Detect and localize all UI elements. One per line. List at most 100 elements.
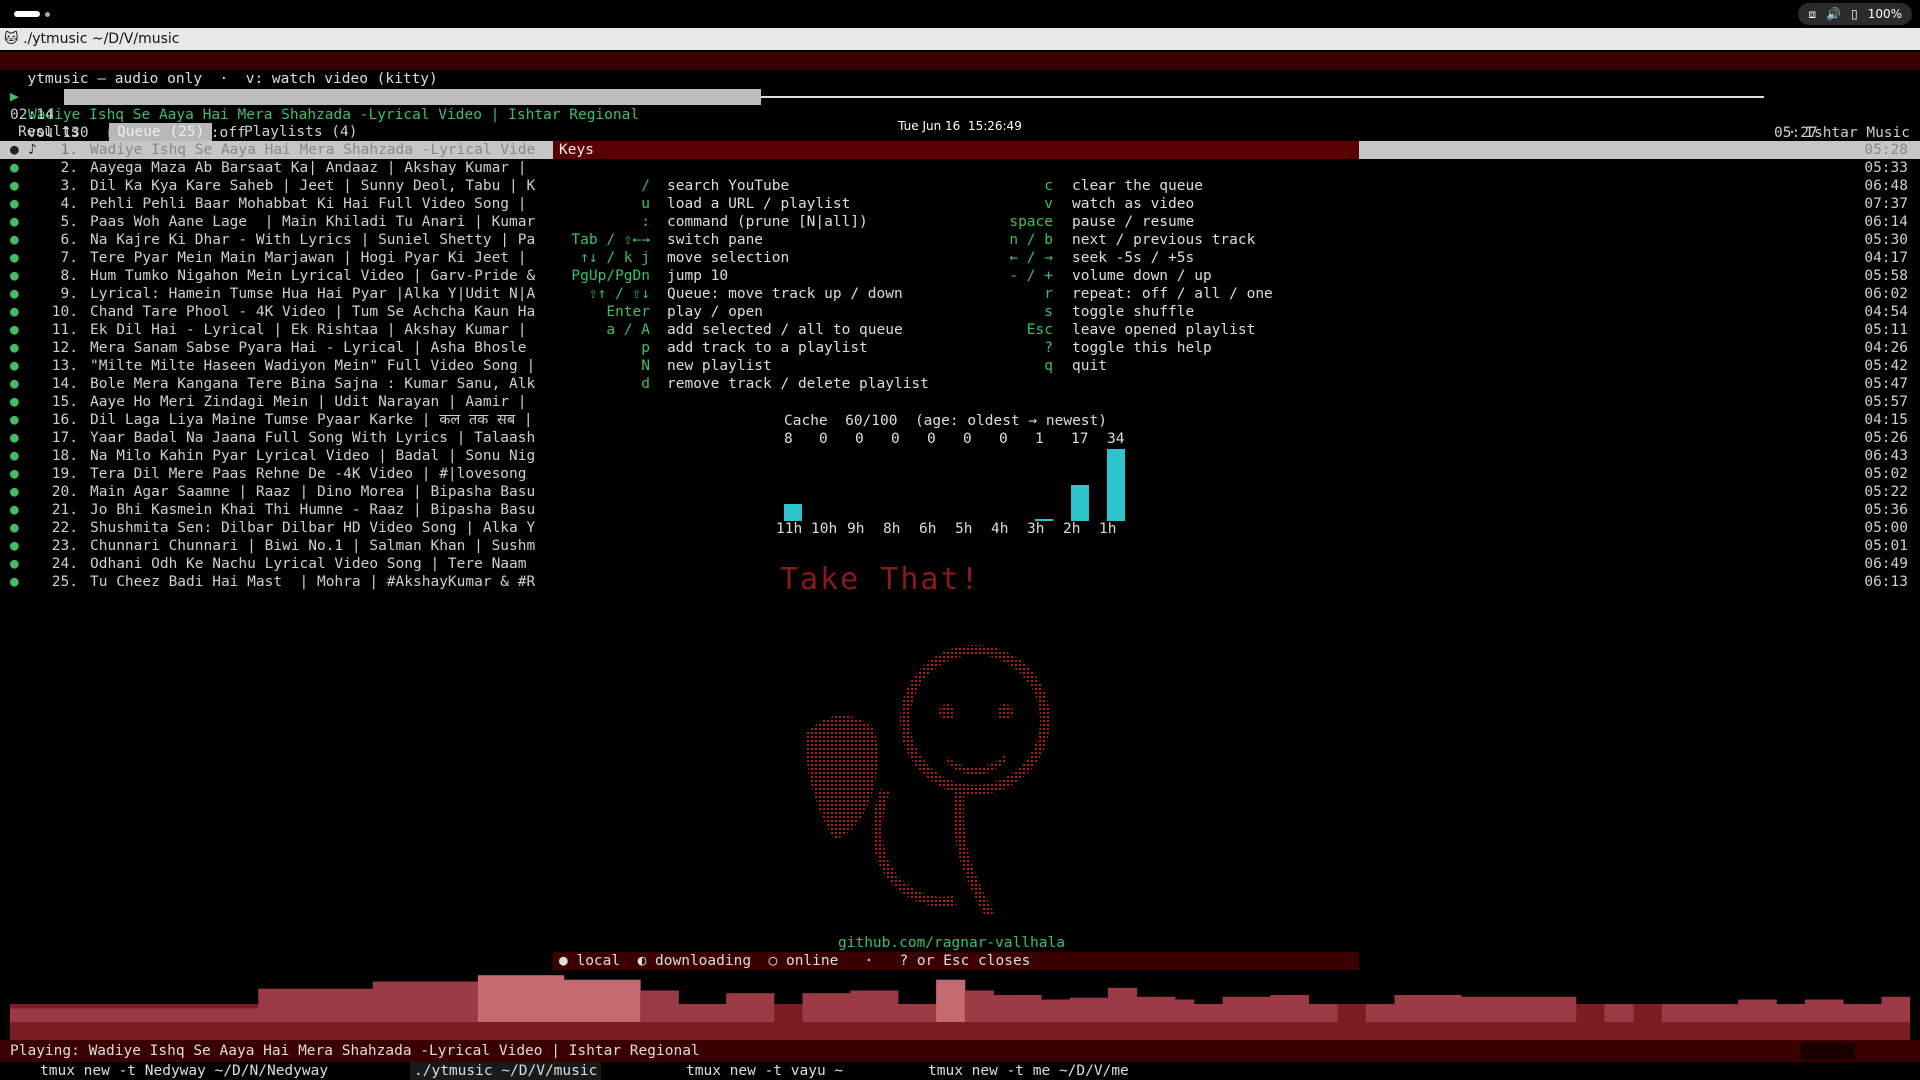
tab-queue[interactable]: Queue (25) <box>109 123 213 141</box>
visualizer-bar <box>1709 1004 1720 1022</box>
track-number: 12. <box>51 340 78 356</box>
queue-row[interactable]: ● 23. Chunnari Chunnari | Biwi No.1 | Salm… <box>0 537 1920 555</box>
track-number: 3. <box>60 178 78 194</box>
visualizer-bar <box>48 1008 59 1022</box>
queue-row[interactable]: ● 19. Tera Dil Mere Paas Rehne De -4K Vide… <box>0 465 1920 483</box>
visualizer-bar <box>802 993 813 1022</box>
queue-row[interactable]: ● 2. Aayega Maza Ab Barsaat Ka| Andaaz | A… <box>0 159 1920 177</box>
workspace-dot[interactable] <box>45 12 50 17</box>
track-duration: 05:33 <box>1864 160 1908 176</box>
track-number: 17. <box>51 430 78 446</box>
track-number: 19. <box>51 466 78 482</box>
visualizer-bar <box>1566 996 1577 1022</box>
track-number: 8. <box>60 268 78 284</box>
visualizer-bar <box>812 993 823 1022</box>
key-description: seek -5s / +5s <box>1072 250 1195 266</box>
visualizer-bar <box>1193 1004 1204 1022</box>
tmux-window-tab[interactable]: tmux new -t Nedyway ~/D/N/Nedyway <box>36 1062 332 1080</box>
visualizer-bar <box>993 995 1004 1022</box>
queue-row[interactable]: ● 14. Bole Mera Kangana Tere Bina Sajna : … <box>0 375 1920 393</box>
key-description: next / previous track <box>1072 232 1256 248</box>
key-description: repeat: off / all / one <box>1072 286 1273 302</box>
activities-indicator[interactable] <box>14 11 40 17</box>
key-binding: q <box>1044 358 1053 374</box>
track-title: Tera Dil Mere Paas Rehne De -4K Video | … <box>90 466 527 482</box>
visualizer-bar <box>706 1004 718 1022</box>
visualizer-bar <box>1661 1004 1672 1022</box>
visualizer-bar <box>1041 999 1052 1022</box>
track-duration: 05:57 <box>1864 394 1908 410</box>
cache-age-label: 6h <box>919 521 937 537</box>
visualizer-bar <box>134 1008 145 1022</box>
visualizer-bar <box>1088 997 1099 1022</box>
total-time: 05:27 <box>1774 125 1818 141</box>
key-binding: ↑↓ / k j <box>580 250 650 266</box>
track-duration: 04:15 <box>1864 412 1908 428</box>
window-title-bar: 🐱 ./ytmusic ~/D/V/music <box>0 28 1920 50</box>
queue-row[interactable]: ● 18. Na Milo Kahin Pyar Lyrical Video | B… <box>0 447 1920 465</box>
visualizer-bar <box>1480 996 1491 1022</box>
track-duration: 06:13 <box>1864 574 1908 590</box>
visualizer-bar <box>831 993 842 1022</box>
queue-row[interactable]: ● 17. Yaar Badal Na Jaana Full Song With L… <box>0 429 1920 447</box>
key-binding: PgUp/PgDn <box>571 268 650 284</box>
tab-results[interactable]: Results <box>10 123 87 141</box>
visualizer-bar <box>1843 1004 1854 1022</box>
visualizer-bar <box>544 975 555 1022</box>
visualizer-bar <box>1537 996 1548 1022</box>
cache-age-label: 9h <box>847 521 865 537</box>
track-duration: 05:11 <box>1864 322 1908 338</box>
track-number: 14. <box>51 376 78 392</box>
visualizer-bar <box>582 979 593 1022</box>
key-binding: p <box>641 340 650 356</box>
queue-row[interactable]: ● 15. Aaye Ho Meri Zindagi Mein | Udit Nar… <box>0 393 1920 411</box>
visualizer-bar <box>535 975 546 1022</box>
visualizer-bar <box>210 1008 221 1022</box>
cache-count-label: 0 <box>819 431 828 447</box>
track-number: 9. <box>60 286 78 302</box>
track-title: Wadiye Ishq Se Aaya Hai Mera Shahzada -L… <box>90 142 536 158</box>
progress-bar-track[interactable] <box>761 96 1764 98</box>
visualizer-bar <box>1117 987 1128 1022</box>
visualizer-bar <box>1451 995 1462 1022</box>
visualizer-bar <box>115 1008 126 1022</box>
progress-bar-fill[interactable] <box>64 89 761 105</box>
queue-row[interactable]: ● 21. Jo Bhi Kasmein Khai Thi Humne - Raaz… <box>0 501 1920 519</box>
visualizer-bar <box>983 990 994 1022</box>
track-duration: 04:17 <box>1864 250 1908 266</box>
key-description: quit <box>1072 358 1107 374</box>
tmux-window-tab[interactable]: tmux new -t vayu ~ <box>682 1062 847 1080</box>
track-duration: 05:30 <box>1864 232 1908 248</box>
visualizer-bar <box>1260 996 1271 1022</box>
track-duration: 06:49 <box>1864 556 1908 572</box>
system-tray[interactable]: ⧈ 🔊 ▯ 100% <box>1798 3 1912 25</box>
visualizer-bar <box>19 1008 30 1022</box>
track-title: Shushmita Sen: Dilbar Dilbar HD Video So… <box>90 520 536 536</box>
github-link[interactable]: github.com/ragnar-vallhala <box>838 934 1065 952</box>
visualizer-bar <box>878 990 889 1022</box>
visualizer-bar <box>1862 1004 1873 1022</box>
visualizer-bar <box>315 988 326 1022</box>
visualizer-bar <box>1518 996 1529 1022</box>
visualizer-bar <box>1213 1004 1224 1022</box>
track-duration: 05:01 <box>1864 538 1908 554</box>
tab-playlists[interactable]: Playlists (4) <box>236 123 366 141</box>
cache-age-label: 1h <box>1099 521 1117 537</box>
track-duration: 05:28 <box>1864 142 1908 158</box>
key-binding: space <box>1009 214 1053 230</box>
tmux-window-tab[interactable]: tmux new -t me ~/D/V/me <box>924 1062 1133 1080</box>
tmux-window-tab[interactable]: ./ytmusic ~/D/V/music <box>410 1062 602 1080</box>
track-title: Tere Pyar Mein Main Marjawan | Hogi Pyar… <box>90 250 527 266</box>
track-title: Odhani Odh Ke Nachu Lyrical Video Song |… <box>90 556 527 572</box>
visualizer-bar <box>1384 1004 1395 1022</box>
key-binding: ? <box>1044 340 1053 356</box>
track-title: Pehli Pehli Baar Mohabbat Ki Hai Full Vi… <box>90 196 527 212</box>
queue-row[interactable]: ● 20. Main Agar Saamne | Raaz | Dino Morea… <box>0 483 1920 501</box>
visualizer-bar <box>1165 996 1176 1022</box>
visualizer-bar <box>917 1004 928 1022</box>
visualizer-bar <box>859 990 870 1022</box>
key-binding: Enter <box>606 304 650 320</box>
visualizer-bar <box>974 990 985 1022</box>
key-description: watch as video <box>1072 196 1195 212</box>
key-description: load a URL / playlist <box>667 196 851 212</box>
